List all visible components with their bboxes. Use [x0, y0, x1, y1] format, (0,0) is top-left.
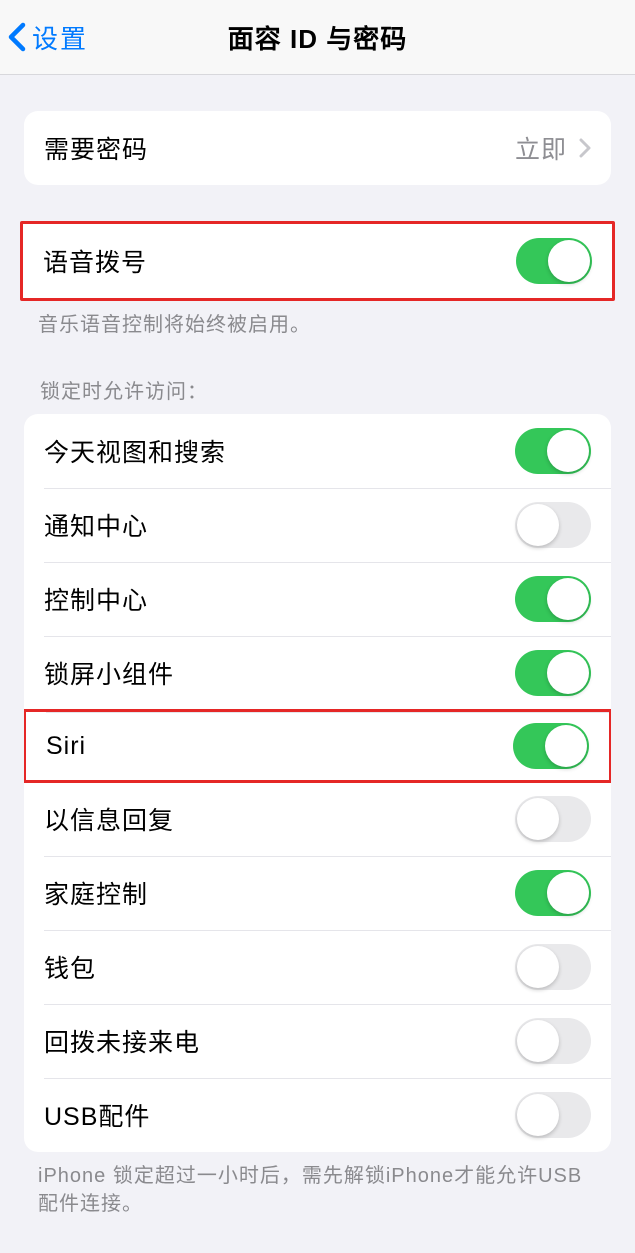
chevron-left-icon [8, 22, 26, 52]
voice-dial-row: 语音拨号 [23, 224, 612, 298]
lock-access-toggle[interactable] [515, 576, 591, 622]
lock-access-footer: iPhone 锁定超过一小时后，需先解锁iPhone才能允许USB 配件连接。 [0, 1152, 635, 1218]
page-title: 面容 ID 与密码 [0, 19, 635, 56]
toggle-knob [547, 652, 589, 694]
lock-access-row: 控制中心 [24, 562, 611, 636]
require-passcode-group: 需要密码 立即 [24, 111, 611, 185]
back-button[interactable]: 设置 [8, 19, 88, 56]
lock-access-label: 控制中心 [44, 581, 515, 617]
voice-dial-toggle[interactable] [516, 238, 592, 284]
lock-access-group: 今天视图和搜索通知中心控制中心锁屏小组件 Siri 以信息回复家庭控制钱包回拨未接来… [24, 414, 611, 1152]
toggle-knob [517, 798, 559, 840]
toggle-knob [547, 872, 589, 914]
lock-access-label: USB配件 [44, 1097, 515, 1133]
content: 需要密码 立即 语音拨号 音乐语音控制将始终被启用。 锁定时允许访问： 今天视图… [0, 111, 635, 1218]
lock-access-toggle[interactable] [515, 428, 591, 474]
lock-access-row: 今天视图和搜索 [24, 414, 611, 488]
lock-access-toggle[interactable] [515, 650, 591, 696]
toggle-knob [517, 504, 559, 546]
require-passcode-value: 立即 [515, 130, 567, 166]
lock-access-label: 家庭控制 [44, 875, 515, 911]
lock-access-toggle[interactable] [513, 723, 589, 769]
lock-access-header: 锁定时允许访问： [0, 339, 635, 414]
toggle-knob [517, 1020, 559, 1062]
chevron-right-icon [579, 138, 591, 158]
lock-access-toggle[interactable] [515, 1092, 591, 1138]
toggle-knob [517, 946, 559, 988]
lock-access-label: 钱包 [44, 949, 515, 985]
require-passcode-row[interactable]: 需要密码 立即 [24, 111, 611, 185]
lock-access-toggle[interactable] [515, 502, 591, 548]
voice-dial-group: 语音拨号 [20, 221, 615, 301]
toggle-knob [547, 430, 589, 472]
lock-access-row: 回拨未接来电 [24, 1004, 611, 1078]
toggle-knob [517, 1094, 559, 1136]
nav-header: 设置 面容 ID 与密码 [0, 0, 635, 75]
lock-access-row: 家庭控制 [24, 856, 611, 930]
lock-access-row: 锁屏小组件 [24, 636, 611, 710]
lock-access-label: 通知中心 [44, 507, 515, 543]
lock-access-row: 通知中心 [24, 488, 611, 562]
require-passcode-label: 需要密码 [44, 130, 515, 166]
voice-dial-label: 语音拨号 [43, 243, 516, 279]
lock-access-toggle[interactable] [515, 796, 591, 842]
lock-access-toggle[interactable] [515, 1018, 591, 1064]
voice-dial-footer: 音乐语音控制将始终被启用。 [0, 301, 635, 339]
toggle-knob [548, 240, 590, 282]
back-label: 设置 [32, 19, 88, 56]
lock-access-label: Siri [46, 732, 513, 761]
lock-access-label: 以信息回复 [44, 801, 515, 837]
lock-access-toggle[interactable] [515, 870, 591, 916]
lock-access-label: 今天视图和搜索 [44, 433, 515, 469]
lock-access-label: 回拨未接来电 [44, 1023, 515, 1059]
lock-access-row: Siri [24, 709, 611, 783]
lock-access-label: 锁屏小组件 [44, 655, 515, 691]
toggle-knob [547, 578, 589, 620]
lock-access-row: 以信息回复 [24, 782, 611, 856]
toggle-knob [545, 725, 587, 767]
lock-access-row: USB配件 [24, 1078, 611, 1152]
lock-access-toggle[interactable] [515, 944, 591, 990]
lock-access-row: 钱包 [24, 930, 611, 1004]
